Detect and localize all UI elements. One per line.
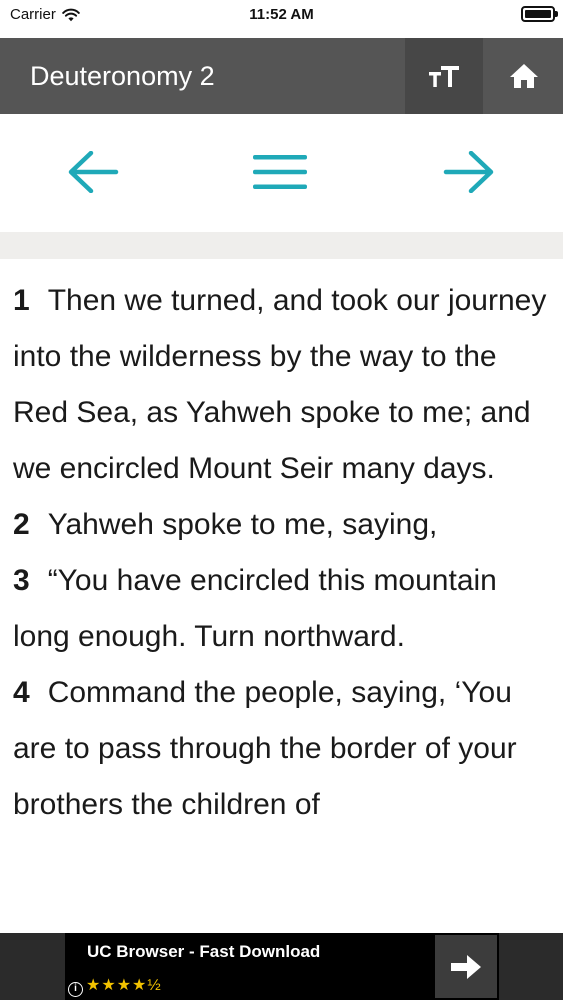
verse-number: 2 — [13, 508, 30, 541]
ad-rating-stars: ★★★★½ — [86, 977, 162, 994]
text-size-button[interactable] — [405, 38, 483, 114]
status-bar: Carrier 11:52 AM — [0, 0, 563, 38]
arrow-right-icon — [451, 954, 481, 979]
section-divider — [0, 232, 563, 259]
verse: 1 Then we turned, and took our journey in… — [13, 273, 553, 497]
verse-text: Yahweh spoke to me, saying, — [47, 508, 438, 541]
verse: 4 Command the people, saying, ‘You are to… — [13, 665, 553, 833]
verse-number: 1 — [13, 284, 30, 317]
verse-text: Then we turned, and took our journey int… — [13, 284, 547, 485]
ad-open-button[interactable] — [435, 935, 497, 998]
battery-level — [525, 10, 551, 18]
verse: 2 Yahweh spoke to me, saying, — [13, 497, 553, 553]
verse-text: “You have encircled this mountain long e… — [13, 564, 497, 653]
status-time: 11:52 AM — [249, 6, 314, 23]
carrier-label: Carrier — [10, 6, 56, 23]
home-button[interactable] — [485, 38, 563, 114]
next-chapter-button[interactable] — [436, 142, 502, 202]
verse-list: 1 Then we turned, and took our journey in… — [13, 273, 553, 833]
verse-text: Command the people, saying, ‘You are to … — [13, 676, 517, 821]
app-header: Deuteronomy 2 — [0, 38, 563, 114]
verse-number: 4 — [13, 676, 30, 709]
ad-title: UC Browser - Fast Download — [87, 942, 321, 961]
home-icon — [510, 64, 538, 88]
ad-info-icon[interactable]: i — [68, 982, 83, 997]
menu-icon — [253, 155, 307, 189]
page-title: Deuteronomy 2 — [30, 61, 215, 91]
chapter-navigation — [0, 114, 563, 232]
chapter-content[interactable]: 1 Then we turned, and took our journey in… — [0, 259, 563, 933]
ad-banner[interactable]: UC Browser - Fast Download i ★★★★½ — [0, 933, 563, 1000]
ad-content[interactable]: UC Browser - Fast Download i ★★★★½ — [65, 933, 499, 1000]
wifi-icon — [62, 8, 80, 21]
carrier-indicator: Carrier — [10, 6, 80, 23]
text-size-icon — [429, 66, 459, 87]
previous-chapter-button[interactable] — [60, 142, 126, 202]
verse-number: 3 — [13, 564, 30, 597]
arrow-right-icon — [443, 151, 494, 193]
verse: 3 “You have encircled this mountain long … — [13, 553, 553, 665]
battery-icon — [521, 6, 558, 22]
chapter-menu-button[interactable] — [247, 142, 313, 202]
arrow-left-icon — [68, 151, 119, 193]
